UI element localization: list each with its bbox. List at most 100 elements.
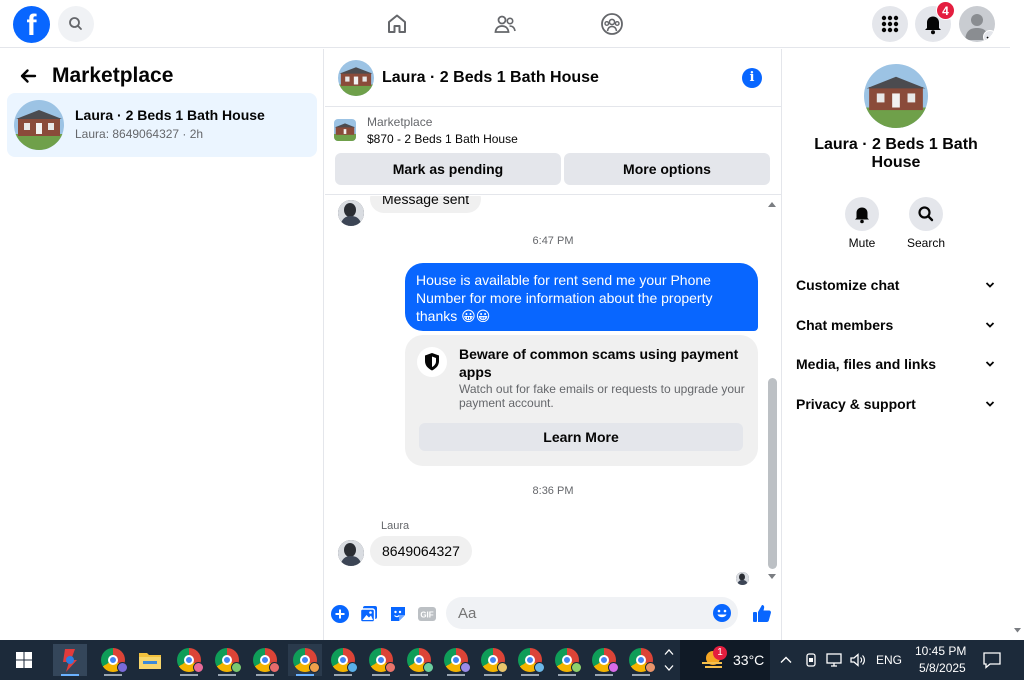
section-label: Customize chat [796, 277, 900, 293]
running-indicator [632, 674, 650, 676]
section-media-files-links[interactable]: Media, files and links [796, 353, 996, 375]
taskbar-chrome-profile[interactable] [624, 644, 658, 676]
taskbar-chrome-profile[interactable] [402, 644, 436, 676]
search-in-chat-button[interactable] [909, 197, 943, 231]
taskbar-chrome-profile[interactable] [513, 644, 547, 676]
chevron-up-icon[interactable] [664, 648, 674, 656]
weather-widget[interactable]: 1 33°C [680, 640, 770, 680]
taskbar-chrome-profile[interactable] [587, 644, 621, 676]
left-panel-header: Marketplace [18, 63, 173, 89]
chat-header-thumbnail[interactable] [338, 60, 374, 96]
more-options-button[interactable]: More options [564, 153, 770, 185]
clock-time[interactable]: 10:45 PM [915, 644, 966, 658]
photo-icon[interactable] [359, 604, 379, 624]
meet-now-icon[interactable] [803, 652, 819, 668]
chevron-down-icon [985, 361, 995, 367]
sticker-icon[interactable] [388, 604, 408, 624]
page-title: Marketplace [52, 64, 174, 87]
marketplace-listing-bar: Marketplace $870 - 2 Beds 1 Bath House M… [325, 107, 781, 195]
running-indicator [218, 674, 236, 676]
person-photo-image [338, 540, 364, 566]
gif-icon[interactable]: GIF [417, 604, 437, 624]
listing-thumbnail [14, 100, 64, 150]
taskbar-file-explorer[interactable] [133, 644, 167, 676]
scam-warning-title: Beware of common scams using payment app… [459, 346, 739, 380]
search-action[interactable]: Search [896, 197, 956, 250]
notification-center-icon[interactable] [982, 650, 1002, 670]
learn-more-button[interactable]: Learn More [419, 423, 743, 451]
start-button[interactable] [7, 644, 41, 676]
menu-button[interactable] [872, 6, 908, 42]
bell-icon [855, 207, 869, 224]
plus-circle-icon[interactable] [330, 604, 350, 624]
taskbar-overflow-scroller[interactable] [662, 644, 676, 676]
home-nav-button[interactable] [385, 12, 409, 36]
back-arrow-icon[interactable] [18, 66, 38, 86]
message-input[interactable] [458, 597, 708, 629]
conversation-item-laura[interactable]: Laura · 2 Beds 1 Bath House Laura: 86490… [7, 93, 317, 157]
show-hidden-icons-icon[interactable] [779, 653, 793, 667]
taskbar-chrome-profile[interactable] [172, 644, 206, 676]
section-chat-members[interactable]: Chat members [796, 314, 996, 336]
volume-icon[interactable] [849, 652, 867, 668]
listing-thumbnail-small[interactable] [334, 119, 356, 141]
profile-badge [385, 662, 396, 673]
svg-text:GIF: GIF [420, 611, 433, 620]
mute-button[interactable] [845, 197, 879, 231]
thumbs-up-icon[interactable] [751, 602, 773, 624]
scroll-up-arrow-icon[interactable] [767, 200, 777, 208]
search-button[interactable] [58, 6, 94, 42]
chat-title[interactable]: Laura · 2 Beds 1 Bath House [382, 69, 599, 87]
incoming-message-bubble: 8649064327 [370, 536, 472, 566]
running-indicator [447, 674, 465, 676]
page-scrollbar[interactable] [1010, 0, 1024, 640]
taskbar-app-active[interactable] [53, 644, 87, 676]
message-input-wrap[interactable] [446, 597, 738, 629]
scam-warning-card: Beware of common scams using payment app… [405, 335, 758, 466]
account-avatar-button[interactable] [959, 6, 995, 42]
outgoing-message-bubble: House is available for rent send me your… [405, 263, 758, 331]
chevron-down-icon[interactable] [664, 664, 674, 672]
profile-badge [497, 662, 508, 673]
conversation-title: Laura · 2 Beds 1 Bath House [75, 107, 265, 123]
groups-nav-button[interactable] [600, 12, 624, 36]
taskbar-chrome-profile[interactable] [326, 644, 360, 676]
input-language-indicator[interactable]: ENG [876, 653, 902, 667]
section-privacy-support[interactable]: Privacy & support [796, 393, 996, 415]
friends-nav-button[interactable] [493, 12, 517, 36]
message-timestamp: 6:47 PM [532, 235, 574, 247]
clock-date[interactable]: 5/8/2025 [919, 661, 966, 675]
weather-alert-badge: 1 [713, 646, 727, 660]
taskbar-chrome-profile[interactable] [288, 644, 322, 676]
profile-badge [645, 662, 656, 673]
conversation-preview: Laura: 8649064327 · 2h [75, 127, 204, 141]
scroll-down-arrow-icon[interactable] [767, 573, 777, 581]
taskbar-chrome-profile[interactable] [476, 644, 510, 676]
mute-action[interactable]: Mute [832, 197, 892, 250]
taskbar-chrome-profile[interactable] [96, 644, 130, 676]
chevron-down-icon [985, 282, 995, 288]
sender-avatar [338, 200, 364, 226]
thread-scroll-thumb[interactable] [768, 378, 777, 569]
sender-name: Laura [381, 520, 410, 532]
temperature-text: 33°C [733, 652, 765, 668]
taskbar-chrome-profile[interactable] [210, 644, 244, 676]
emoji-icon[interactable] [712, 603, 732, 623]
info-icon[interactable]: i [742, 68, 762, 88]
account-chevron [983, 30, 995, 42]
running-indicator [104, 674, 122, 676]
taskbar-chrome-profile[interactable] [550, 644, 584, 676]
mark-as-pending-button[interactable]: Mark as pending [335, 153, 561, 185]
running-indicator [484, 674, 502, 676]
listing-price-title[interactable]: $870 - 2 Beds 1 Bath House [367, 132, 518, 146]
section-customize-chat[interactable]: Customize chat [796, 274, 996, 296]
network-icon[interactable] [826, 652, 844, 668]
scroll-down-arrow-icon[interactable] [1013, 627, 1022, 634]
facebook-logo[interactable]: f [13, 6, 50, 43]
profile-badge [608, 662, 619, 673]
running-indicator [595, 674, 613, 676]
taskbar-chrome-profile[interactable] [364, 644, 398, 676]
taskbar-chrome-profile[interactable] [439, 644, 473, 676]
profile-badge [534, 662, 545, 673]
taskbar-chrome-profile[interactable] [248, 644, 282, 676]
